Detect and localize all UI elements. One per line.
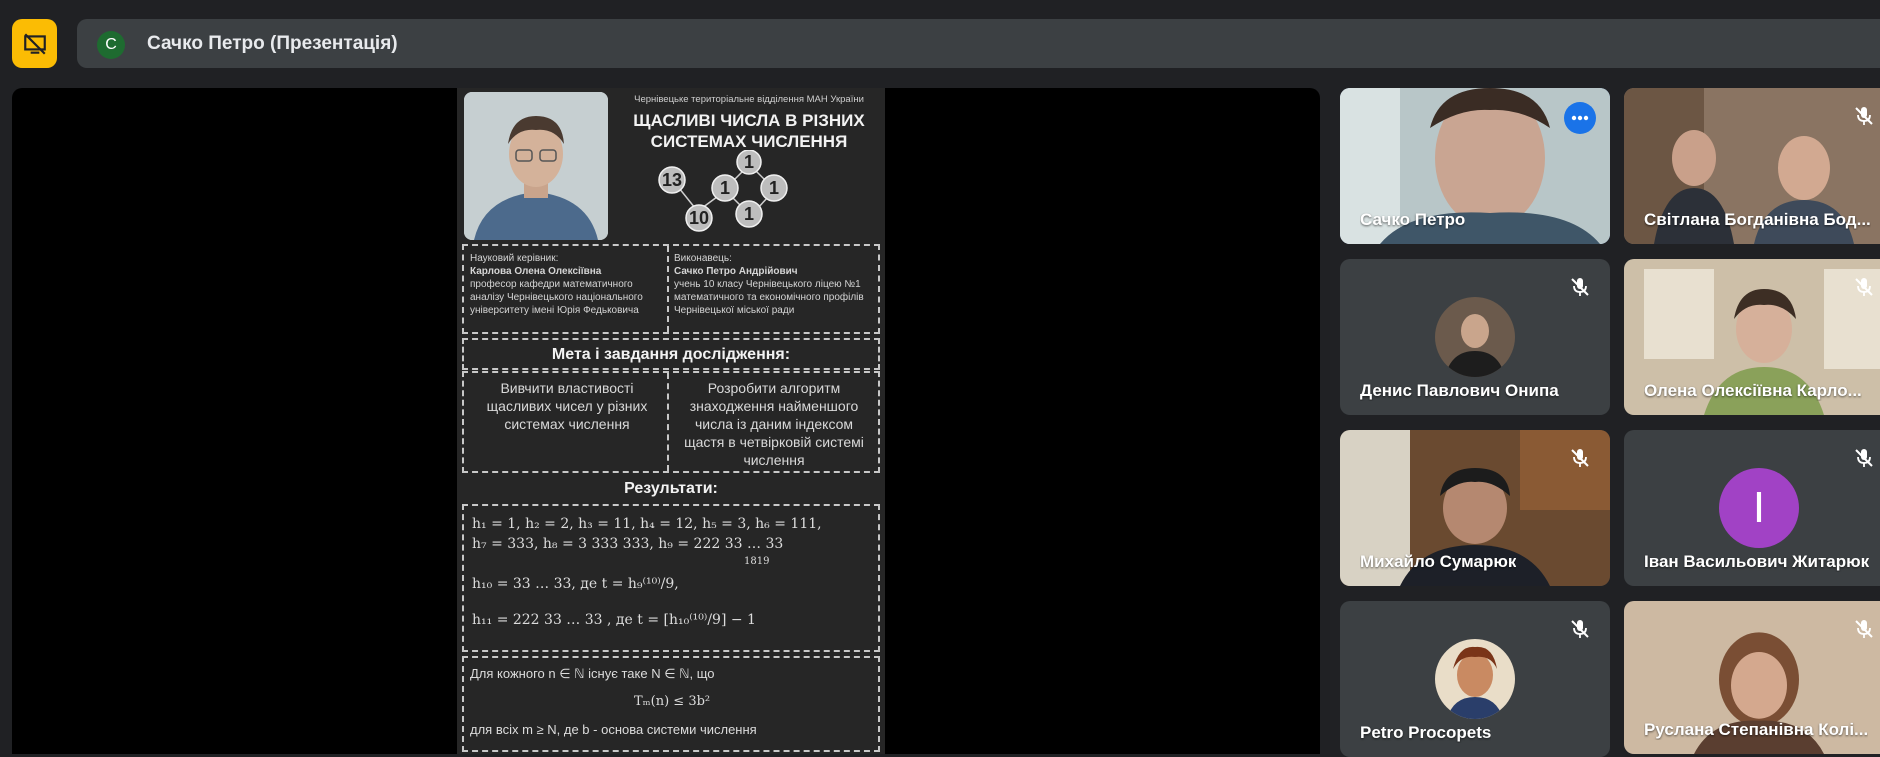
mic-off-icon xyxy=(1855,278,1873,296)
goals-title: Мета і завдання дослідження: xyxy=(551,346,791,363)
diagram-node-1c: 1 xyxy=(769,178,779,198)
presentation-title-bar: C Сачко Петро (Презентація) xyxy=(77,19,1880,68)
result-subscript-1819: 1819 xyxy=(744,556,770,567)
result-line-4: h₁₁ = 222 33 … 33 , де t = [h₁₀⁽¹⁰⁾/9] −… xyxy=(472,612,756,628)
participant-avatar xyxy=(1435,297,1515,377)
author-photo xyxy=(464,92,608,240)
institution-label: Чернівецьке територіальне відділення МАН… xyxy=(634,94,864,105)
mic-off-icon xyxy=(1571,620,1589,638)
theorem-line-3: для всіх m ≥ N, де b - основа системи чи… xyxy=(470,722,757,737)
participant-tile[interactable]: Михайло Сумарюк xyxy=(1340,430,1610,586)
author-block: Виконавець: Сачко Петро Андрійович учень… xyxy=(674,253,864,316)
theorem-line-1: Для кожного n ∈ ℕ існує таке N ∈ ℕ, що xyxy=(470,666,715,681)
participant-avatar xyxy=(1435,639,1515,719)
participant-name: Світлана Богданівна Бод... xyxy=(1644,210,1871,229)
presentation-stage: Чернівецьке територіальне відділення МАН… xyxy=(12,88,1320,754)
screen-share-off-icon xyxy=(23,32,46,55)
supervisor-block: Науковий керівник: Карлова Олена Олексії… xyxy=(470,253,643,316)
mic-off-icon xyxy=(1855,449,1873,467)
credits-box: Науковий керівник: Карлова Олена Олексії… xyxy=(462,244,880,334)
theorem-box: Для кожного n ∈ ℕ існує таке N ∈ ℕ, що T… xyxy=(462,656,880,752)
mic-off-icon xyxy=(1855,620,1873,638)
participant-name: Денис Павлович Онипа xyxy=(1360,381,1559,400)
result-line-2: h₇ = 333, h₈ = 3 333 333, h₉ = 222 33 … … xyxy=(472,536,784,552)
participant-name: Олена Олексіївна Карло... xyxy=(1644,381,1862,400)
more-horizontal-icon xyxy=(1571,115,1589,121)
participant-name: Михайло Сумарюк xyxy=(1360,552,1517,571)
diagram-node-1a: 1 xyxy=(720,178,730,198)
participant-name: Іван Васильович Житарюк xyxy=(1644,552,1870,571)
diagram-node-1b: 1 xyxy=(744,152,754,172)
participant-tile[interactable]: Олена Олексіївна Карло... xyxy=(1624,259,1880,415)
presenter-avatar: C xyxy=(97,31,125,59)
diagram-node-13: 13 xyxy=(662,170,682,190)
goals-box: Вивчити властивості щасливих чисел у різ… xyxy=(462,371,880,473)
participant-tile[interactable]: Світлана Богданівна Бод... xyxy=(1624,88,1880,244)
mic-off-icon xyxy=(1571,278,1589,296)
participant-tile[interactable]: Руслана Степанівна Колі... xyxy=(1624,601,1880,754)
slide-title-line-1: ЩАСЛИВІ ЧИСЛА В РІЗНИХ xyxy=(633,111,865,130)
result-line-3: h₁₀ = 33 … 33, де t = h₉⁽¹⁰⁾/9, xyxy=(472,576,679,592)
stop-presenting-button[interactable] xyxy=(12,19,57,68)
goal-2: Розробити алгоритм знаходження найменшог… xyxy=(684,380,864,468)
happy-number-diagram: 13 10 1 1 1 1 xyxy=(658,150,788,232)
diagram-node-10: 10 xyxy=(689,208,709,228)
top-bar: C Сачко Петро (Презентація) xyxy=(0,0,1880,84)
slide-title-line-2: СИСТЕМАХ ЧИСЛЕННЯ xyxy=(650,132,848,151)
results-title: Результати: xyxy=(624,480,718,497)
participant-name: Руслана Степанівна Колі... xyxy=(1644,720,1869,739)
participant-name: Сачко Петро xyxy=(1360,210,1466,229)
results-box: h₁ = 1, h₂ = 2, h₃ = 11, h₄ = 12, h₅ = 3… xyxy=(462,504,880,652)
diagram-node-1d: 1 xyxy=(744,204,754,224)
result-line-1: h₁ = 1, h₂ = 2, h₃ = 11, h₄ = 12, h₅ = 3… xyxy=(472,516,822,532)
participant-grid: Сачко Петро Світлана Богданівна Бод... Д… xyxy=(1340,88,1880,757)
goal-1: Вивчити властивості щасливих чисел у різ… xyxy=(486,380,648,432)
presentation-title: Сачко Петро (Презентація) xyxy=(147,33,398,54)
participant-tile[interactable]: Сачко Петро xyxy=(1340,88,1610,244)
more-options-button[interactable] xyxy=(1564,102,1596,134)
mic-off-icon xyxy=(1855,107,1873,125)
theorem-formula: Tₘ(n) ≤ 3b² xyxy=(634,694,711,709)
participant-avatar: І xyxy=(1719,468,1799,548)
presentation-slide: Чернівецьке територіальне відділення МАН… xyxy=(457,88,885,754)
mic-off-icon xyxy=(1571,449,1589,467)
participant-tile[interactable]: І Іван Васильович Житарюк xyxy=(1624,430,1880,586)
goals-header-box: Мета і завдання дослідження: xyxy=(462,338,880,370)
slide-title: ЩАСЛИВІ ЧИСЛА В РІЗНИХ СИСТЕМАХ ЧИСЛЕННЯ xyxy=(615,110,883,152)
participant-tile[interactable]: Petro Procopets xyxy=(1340,601,1610,757)
participant-tile[interactable]: Денис Павлович Онипа xyxy=(1340,259,1610,415)
participant-name: Petro Procopets xyxy=(1360,723,1492,742)
